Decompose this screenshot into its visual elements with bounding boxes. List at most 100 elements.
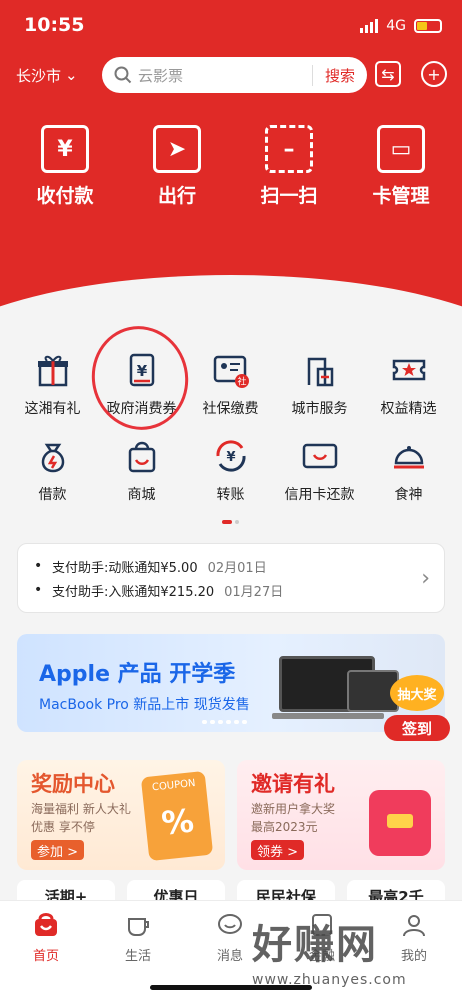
quick-pay[interactable]: ¥ 收付款 — [9, 125, 121, 208]
city-selector[interactable]: 长沙市 ⌄ — [16, 65, 96, 86]
quick-actions: ¥ 收付款 ➤ 出行 – 扫一扫 ▭ 卡管理 — [0, 125, 462, 208]
site-watermark: 好赚网 www.zhuanyes.com — [252, 912, 457, 994]
cup-icon — [124, 911, 152, 939]
coupon-text: COUPON — [151, 777, 197, 794]
add-icon[interactable]: + — [421, 61, 447, 87]
service-label: 这湘有礼 — [24, 401, 81, 417]
nav-label: 生活 — [124, 949, 151, 964]
top-bar: 长沙市 ⌄ 云影票 搜索 ⇆ + — [16, 57, 450, 93]
quick-label: 卡管理 — [372, 185, 430, 207]
service-label: 城市服务 — [291, 401, 348, 417]
transfer-icon: ¥ — [211, 436, 251, 476]
percent-symbol: % — [159, 801, 196, 843]
service-credit-card[interactable]: 信用卡还款 — [275, 436, 364, 522]
promo-desc: 邀新用户拿大奖 最高2023元 — [251, 800, 335, 836]
notice-date: 01月27日 — [224, 584, 284, 600]
loan-bag-icon — [33, 436, 73, 476]
service-transfer[interactable]: ¥ 转账 — [186, 436, 275, 522]
claim-button[interactable]: 领券 > — [251, 840, 305, 860]
bullet-icon: • — [34, 558, 43, 574]
switch-icon[interactable]: ⇆ — [375, 61, 401, 87]
invite-card[interactable]: 邀请有礼 邀新用户拿大奖 最高2023元 领券 > — [237, 760, 445, 870]
nav-home[interactable]: 首页 — [0, 901, 92, 1000]
quick-card[interactable]: ▭ 卡管理 — [345, 125, 457, 208]
social-security-icon: 社 — [211, 350, 251, 390]
ticket-star-icon — [389, 350, 429, 390]
banner-subtitle: MacBook Pro 新品上市 现货发售 — [39, 697, 250, 713]
lottery-widget[interactable]: 抽大奖 签到 — [384, 675, 450, 747]
scan-icon: – — [265, 125, 313, 173]
red-envelope-icon — [369, 790, 431, 856]
service-label: 食神 — [394, 487, 423, 503]
status-bar: 10:55 4G — [24, 14, 442, 40]
checkin-button[interactable]: 签到 — [384, 715, 450, 741]
city-service-icon — [300, 350, 340, 390]
status-time: 10:55 — [24, 14, 85, 36]
service-gift[interactable]: 这湘有礼 — [8, 350, 97, 436]
service-grid: 这湘有礼 ¥ 政府消费券 社 社保缴费 城市服务 权益精选 借款 商城 ¥ 转账… — [8, 350, 454, 522]
network-label: 4G — [386, 18, 406, 34]
quick-label: 出行 — [157, 185, 196, 207]
promo-title: 奖励中心 — [31, 772, 115, 796]
quick-label: 收付款 — [36, 185, 94, 207]
service-label: 借款 — [38, 487, 67, 503]
search-button[interactable]: 搜索 — [311, 64, 367, 86]
reward-center-card[interactable]: 奖励中心 海量福利 新人大礼 优惠 享不停 参加 > COUPON% — [17, 760, 225, 870]
lottery-label: 抽大奖 — [390, 675, 444, 711]
bullet-icon: • — [34, 582, 43, 598]
notice-card[interactable]: • 支付助手:动账通知¥5.00 02月01日 • 支付助手:入账通知¥215.… — [17, 543, 445, 613]
promo-line: 海量福利 新人大礼 — [31, 802, 131, 816]
status-right: 4G — [360, 18, 442, 34]
service-mall[interactable]: 商城 — [97, 436, 186, 522]
signal-icon — [360, 19, 379, 33]
watermark-main: 好赚网 — [252, 922, 378, 968]
notice-date: 02月01日 — [207, 560, 267, 576]
city-label: 长沙市 — [16, 66, 62, 85]
service-label: 转账 — [216, 487, 245, 503]
chevron-down-icon: ⌄ — [65, 66, 78, 84]
nav-label: 首页 — [32, 949, 59, 964]
credit-card-icon — [300, 436, 340, 476]
quick-scan[interactable]: – 扫一扫 — [233, 125, 345, 208]
chevron-right-icon[interactable]: › — [421, 566, 430, 591]
promo-banner[interactable]: Apple 产品 开学季 MacBook Pro 新品上市 现货发售 — [17, 634, 445, 732]
service-label: 权益精选 — [380, 401, 437, 417]
svg-text:¥: ¥ — [226, 450, 235, 465]
promo-desc: 海量福利 新人大礼 优惠 享不停 — [31, 800, 131, 836]
service-label: 社保缴费 — [202, 401, 259, 417]
notice-row[interactable]: • 支付助手:入账通知¥215.20 01月27日 — [34, 578, 428, 602]
promo-line: 邀新用户拿大奖 — [251, 802, 336, 816]
navigation-arrow-icon: ➤ — [153, 125, 201, 173]
service-social[interactable]: 社 社保缴费 — [186, 350, 275, 436]
quick-travel[interactable]: ➤ 出行 — [121, 125, 233, 208]
service-loan[interactable]: 借款 — [8, 436, 97, 522]
home-icon — [32, 911, 60, 939]
yen-scan-icon: ¥ — [41, 125, 89, 173]
search-icon — [114, 66, 132, 84]
food-cloche-icon — [389, 436, 429, 476]
banner-dots — [202, 720, 247, 724]
home-indicator — [150, 985, 312, 990]
service-city[interactable]: 城市服务 — [275, 350, 364, 436]
gift-icon — [33, 350, 73, 390]
search-box[interactable]: 云影票 搜索 — [102, 57, 367, 93]
promo-title: 邀请有礼 — [251, 772, 335, 796]
notice-row[interactable]: • 支付助手:动账通知¥5.00 02月01日 — [34, 554, 428, 578]
service-label: 信用卡还款 — [284, 487, 355, 503]
service-food[interactable]: 食神 — [364, 436, 453, 522]
service-benefits[interactable]: 权益精选 — [364, 350, 453, 436]
battery-icon — [414, 19, 442, 33]
quick-label: 扫一扫 — [260, 185, 318, 207]
notice-text: 支付助手:动账通知¥5.00 — [52, 560, 198, 576]
join-button[interactable]: 参加 > — [31, 840, 85, 860]
promo-line: 最高2023元 — [251, 820, 318, 834]
card-icon: ▭ — [377, 125, 425, 173]
promo-line: 优惠 享不停 — [31, 820, 95, 834]
notice-text: 支付助手:入账通知¥215.20 — [52, 584, 215, 600]
shopping-bag-icon — [122, 436, 162, 476]
message-icon — [216, 911, 244, 939]
coupon-icon: COUPON% — [140, 770, 214, 862]
svg-text:社: 社 — [237, 376, 246, 388]
service-label: 商城 — [127, 487, 156, 503]
search-input[interactable]: 云影票 — [138, 65, 312, 86]
